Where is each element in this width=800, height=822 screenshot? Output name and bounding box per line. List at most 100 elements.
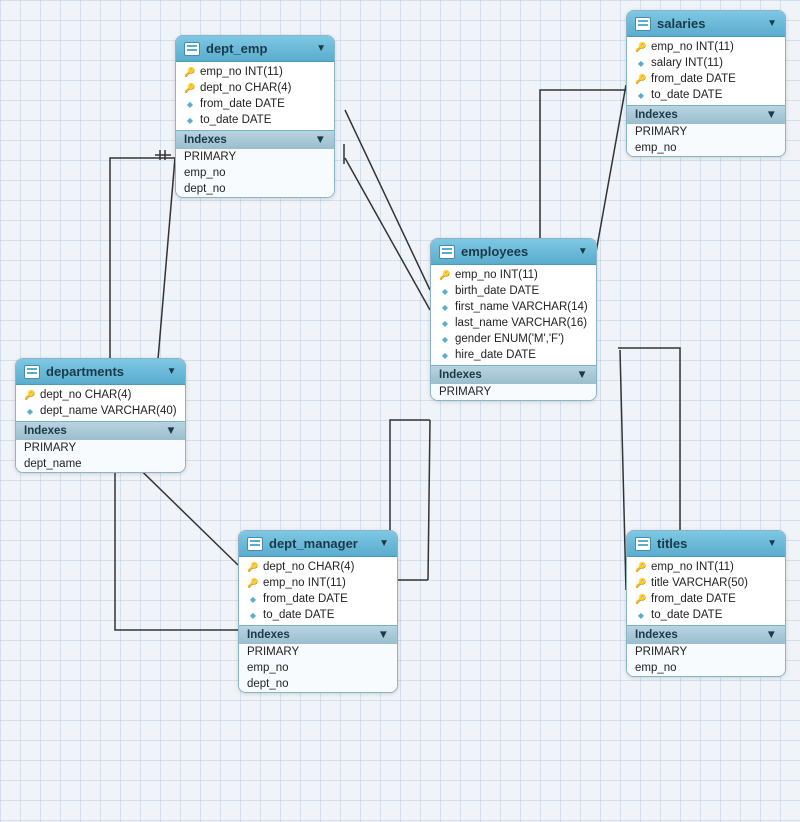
indexes-dropdown[interactable]: ▼ [165,425,176,437]
field-text: emp_no INT(11) [455,269,538,281]
table-fields-titles: 🔑emp_no INT(11)🔑title VARCHAR(50)🔑from_d… [627,557,785,625]
table-title: departments [46,364,124,379]
field-text: gender ENUM('M','F') [455,333,564,345]
table-dept_emp: dept_emp ▼ 🔑emp_no INT(11)🔑dept_no CHAR(… [175,35,335,198]
field-row: 🔑 title VARCHAR(50) [627,575,785,591]
field-row: ◆ to_date DATE [627,87,785,103]
diamond-icon: ◆ [184,114,196,126]
table-icon [635,537,651,551]
diamond-icon: ◆ [184,98,196,110]
field-text: birth_date DATE [455,285,539,297]
table-employees: employees ▼ 🔑emp_no INT(11) ◆ birth_date D… [430,238,597,401]
diamond-icon: ◆ [635,89,647,101]
diamond-icon: ◆ [247,593,259,605]
field-row: ◆to_date DATE [239,607,397,623]
index-row: emp_no [627,140,785,156]
indexes-header-salaries[interactable]: Indexes ▼ [627,105,785,124]
dropdown-arrow[interactable]: ▼ [767,18,777,29]
field-text: hire_date DATE [455,349,536,361]
fk-icon: 🔑 [247,577,259,589]
field-text: emp_no INT(11) [651,41,734,53]
field-text: to_date DATE [651,609,722,621]
table-header-departments[interactable]: departments ▼ [16,359,185,385]
dropdown-arrow[interactable]: ▼ [167,366,177,377]
fk-icon: 🔑 [184,82,196,94]
index-row: PRIMARY [627,644,785,660]
table-icon [439,245,455,259]
indexes-dropdown[interactable]: ▼ [576,369,587,381]
indexes-header-departments[interactable]: Indexes ▼ [16,421,185,440]
diamond-icon: ◆ [439,317,451,329]
field-text: dept_no CHAR(4) [200,82,291,94]
table-icon [635,17,651,31]
field-row: ◆ to_date DATE [176,112,334,128]
field-text: to_date DATE [651,89,722,101]
table-icon [184,42,200,56]
table-fields-dept_emp: 🔑emp_no INT(11)🔑dept_no CHAR(4)◆from_dat… [176,62,334,130]
field-row: 🔑emp_no INT(11) [627,559,785,575]
field-row: 🔑from_date DATE [627,591,785,607]
field-row: ◆ hire_date DATE [431,347,596,363]
indexes-dropdown[interactable]: ▼ [766,629,777,641]
diamond-icon: ◆ [439,349,451,361]
key-icon: 🔑 [635,593,647,605]
field-row: ◆ gender ENUM('M','F') [431,331,596,347]
indexes-label: Indexes [439,369,482,381]
indexes-dropdown[interactable]: ▼ [766,109,777,121]
diamond-icon: ◆ [635,57,647,69]
table-fields-salaries: 🔑emp_no INT(11)◆salary INT(11)🔑from_date… [627,37,785,105]
table-departments: departments ▼ 🔑dept_no CHAR(4)◆dept_name… [15,358,186,473]
key-icon: 🔑 [635,577,647,589]
diamond-icon: ◆ [439,333,451,345]
table-titles: titles ▼ 🔑emp_no INT(11)🔑title VARCHAR(5… [626,530,786,677]
field-text: dept_name VARCHAR(40) [40,405,177,417]
index-row: PRIMARY [431,384,596,400]
index-row: dept_no [176,181,334,197]
field-text: from_date DATE [651,73,736,85]
index-row: PRIMARY [627,124,785,140]
field-row: ◆ birth_date DATE [431,283,596,299]
index-row: emp_no [176,165,334,181]
table-title: titles [657,536,687,551]
index-row: emp_no [239,660,397,676]
field-text: title VARCHAR(50) [651,577,748,589]
dropdown-arrow[interactable]: ▼ [767,538,777,549]
table-salaries: salaries ▼ 🔑 emp_no INT(11) ◆ salary INT(11… [626,10,786,157]
indexes-header-dept_manager[interactable]: Indexes ▼ [239,625,397,644]
dropdown-arrow[interactable]: ▼ [379,538,389,549]
table-header-dept_manager[interactable]: dept_manager ▼ [239,531,397,557]
table-fields-employees: 🔑emp_no INT(11)◆birth_date DATE◆first_na… [431,265,596,365]
field-text: last_name VARCHAR(16) [455,317,587,329]
indexes-dropdown[interactable]: ▼ [315,134,326,146]
index-row: dept_no [239,676,397,692]
table-title: dept_manager [269,536,358,551]
index-row: PRIMARY [239,644,397,660]
field-text: from_date DATE [200,98,285,110]
diamond-icon: ◆ [439,285,451,297]
field-row: 🔑emp_no INT(11) [239,575,397,591]
dropdown-arrow[interactable]: ▼ [316,43,326,54]
table-icon [247,537,263,551]
table-header-dept_emp[interactable]: dept_emp ▼ [176,36,334,62]
table-header-salaries[interactable]: salaries ▼ [627,11,785,37]
field-row: ◆to_date DATE [627,607,785,623]
field-row: 🔑emp_no INT(11) [431,267,596,283]
indexes-header-titles[interactable]: Indexes ▼ [627,625,785,644]
field-text: to_date DATE [200,114,271,126]
dropdown-arrow[interactable]: ▼ [578,246,588,257]
table-header-employees[interactable]: employees ▼ [431,239,596,265]
table-fields-dept_manager: 🔑dept_no CHAR(4)🔑emp_no INT(11)◆from_dat… [239,557,397,625]
field-text: salary INT(11) [651,57,723,69]
indexes-label: Indexes [635,109,678,121]
field-row: ◆ last_name VARCHAR(16) [431,315,596,331]
indexes-header-employees[interactable]: Indexes ▼ [431,365,596,384]
fk-icon: 🔑 [635,41,647,53]
indexes-dropdown[interactable]: ▼ [378,629,389,641]
indexes-label: Indexes [635,629,678,641]
fk-icon: 🔑 [635,561,647,573]
field-text: dept_no CHAR(4) [40,389,131,401]
table-header-titles[interactable]: titles ▼ [627,531,785,557]
field-text: emp_no INT(11) [200,66,283,78]
field-row: ◆ salary INT(11) [627,55,785,71]
indexes-header-dept_emp[interactable]: Indexes ▼ [176,130,334,149]
